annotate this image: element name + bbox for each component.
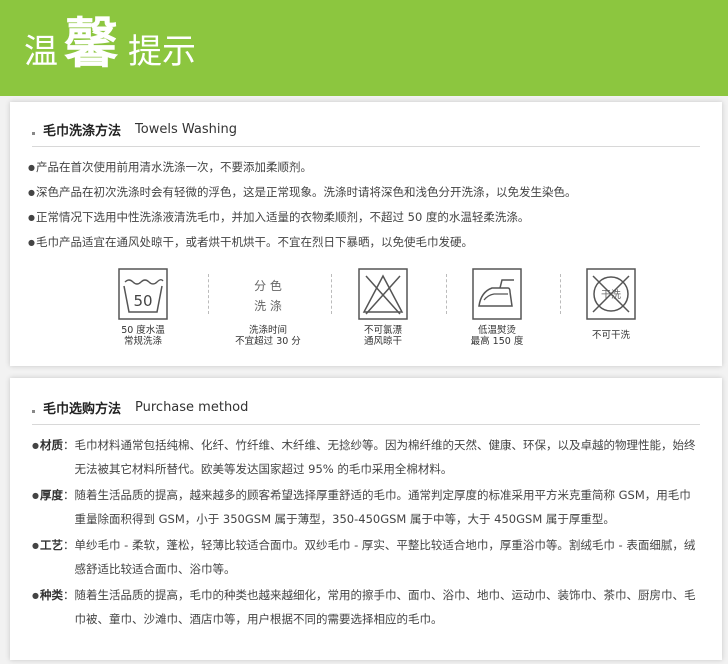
item-key: 材质 <box>39 438 63 452</box>
care-item-wash-separately: 分 色 洗 涤 洗涤时间 不宜超过 30 分 <box>223 268 313 347</box>
wash-separately-text1: 分 色 <box>254 279 282 293</box>
separator <box>560 274 561 314</box>
purchase-card: 毛巾选购方法 Purchase method ●材质： 毛巾材料通常包括纯棉、化… <box>10 378 722 660</box>
separator <box>208 274 209 314</box>
item-text: 单纱毛巾 - 柔软，蓬松，轻薄比较适合面巾。双纱毛巾 - 厚实、平整比较适合地巾… <box>74 538 696 576</box>
list-item: ●工艺： 单纱毛巾 - 柔软，蓬松，轻薄比较适合面巾。双纱毛巾 - 厚实、平整比… <box>32 533 702 581</box>
care-item-no-dry-clean: 干洗 不可干洗 <box>566 268 656 341</box>
care-caption-line2: 常规洗涤 <box>123 336 162 347</box>
washing-title-en: Towels Washing <box>135 122 237 137</box>
care-caption-line2: 最高 150 度 <box>470 336 524 347</box>
care-caption-line1: 低温熨烫 <box>477 325 516 336</box>
item-key: 工艺 <box>39 538 63 552</box>
purchase-title-en: Purchase method <box>135 400 249 415</box>
wash-50-text: 50 <box>133 292 152 310</box>
item-key: 种类 <box>39 588 63 602</box>
divider <box>32 424 700 425</box>
care-item-low-iron: 低温熨烫 最高 150 度 <box>452 268 542 347</box>
wash-separately-text2: 洗 涤 <box>254 299 282 313</box>
no-dry-clean-icon: 干洗 <box>586 268 636 320</box>
care-caption-line1: 50 度水温 <box>121 325 165 336</box>
care-item-wash-50: 50 50 度水温 常规洗涤 <box>98 268 188 347</box>
banner-title-part3: 提示 <box>128 32 196 72</box>
purchase-list: ●材质： 毛巾材料通常包括纯棉、化纤、竹纤维、木纤维、无捻纱等。因为棉纤维的天然… <box>32 433 702 633</box>
washing-title: 毛巾洗涤方法 <box>43 124 122 139</box>
list-item: ●种类： 随着生活品质的提高，毛巾的种类也越来越细化，常用的擦手巾、面巾、浴巾、… <box>32 583 702 631</box>
care-caption-line1: 洗涤时间 <box>248 325 287 336</box>
washing-card: 毛巾洗涤方法 Towels Washing 产品在首次使用前用清水洗涤一次，不要… <box>10 102 722 366</box>
bullet-dot-icon <box>32 132 35 135</box>
wash-50-icon: 50 <box>118 268 168 320</box>
divider <box>32 146 700 147</box>
bullet-dot-icon <box>32 410 35 413</box>
list-item: ●厚度： 随着生活品质的提高，越来越多的顾客希望选择厚重舒适的毛巾。通常判定厚度… <box>32 483 702 531</box>
list-item: 毛巾产品适宜在通风处晾干，或者烘干机烘干。不宜在烈日下暴晒，以免使毛巾发硬。 <box>28 230 708 255</box>
no-bleach-icon <box>358 268 408 320</box>
care-caption-line1: 不可干洗 <box>591 330 630 341</box>
washing-list: 产品在首次使用前用清水洗涤一次，不要添加柔顺剂。 深色产品在初次洗涤时会有轻微的… <box>28 155 708 255</box>
banner: 温 馨 提示 <box>0 0 728 96</box>
item-text: 毛巾材料通常包括纯棉、化纤、竹纤维、木纤维、无捻纱等。因为棉纤维的天然、健康、环… <box>74 438 696 476</box>
washing-header: 毛巾洗涤方法 Towels Washing <box>32 120 237 139</box>
separator <box>331 274 332 314</box>
care-caption-line2: 不宜超过 30 分 <box>235 336 301 347</box>
separator <box>446 274 447 314</box>
care-icons: 50 50 度水温 常规洗涤 分 色 洗 涤 洗涤时间 不宜超过 30 分 不可… <box>88 268 668 352</box>
wash-separately-icon: 分 色 洗 涤 <box>254 279 282 313</box>
purchase-header: 毛巾选购方法 Purchase method <box>32 398 248 417</box>
list-item: 产品在首次使用前用清水洗涤一次，不要添加柔顺剂。 <box>28 155 708 180</box>
care-caption-line2: 通风晾干 <box>363 336 402 347</box>
list-item: ●材质： 毛巾材料通常包括纯棉、化纤、竹纤维、木纤维、无捻纱等。因为棉纤维的天然… <box>32 433 702 481</box>
care-item-no-bleach: 不可氯漂 通风晾干 <box>338 268 428 347</box>
care-caption-line1: 不可氯漂 <box>363 325 402 336</box>
low-iron-icon <box>472 268 522 320</box>
banner-title: 温 馨 提示 <box>24 14 196 74</box>
item-text: 随着生活品质的提高，毛巾的种类也越来越细化，常用的擦手巾、面巾、浴巾、地巾、运动… <box>74 588 696 626</box>
item-key: 厚度 <box>39 488 63 502</box>
banner-title-part2: 馨 <box>64 12 118 75</box>
item-text: 随着生活品质的提高，越来越多的顾客希望选择厚重舒适的毛巾。通常判定厚度的标准采用… <box>74 488 691 526</box>
list-item: 深色产品在初次洗涤时会有轻微的浮色，这是正常现象。洗涤时请将深色和浅色分开洗涤，… <box>28 180 708 205</box>
list-item: 正常情况下选用中性洗涤液清洗毛巾，并加入适量的衣物柔顺剂，不超过 50 度的水温… <box>28 205 708 230</box>
purchase-title: 毛巾选购方法 <box>43 402 122 417</box>
banner-title-part1: 温 <box>24 32 58 72</box>
